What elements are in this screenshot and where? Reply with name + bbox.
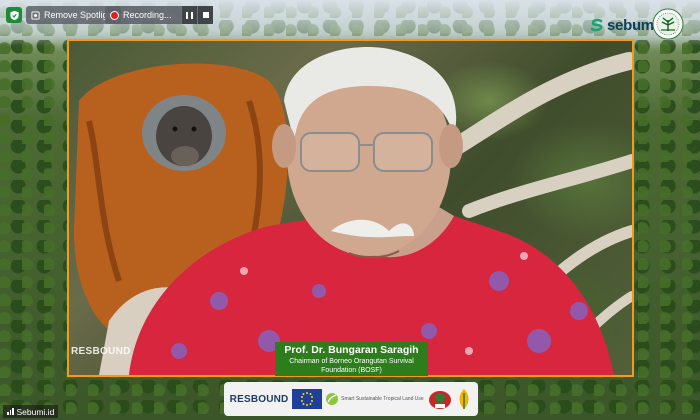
sebumi-wordmark: sebumi <box>607 16 658 34</box>
speaker-name-caption: Prof. Dr. Bungaran Saragih Chairman of B… <box>275 342 428 376</box>
smart-leaf-icon <box>326 393 339 405</box>
stop-icon <box>202 12 209 18</box>
signal-bars-icon <box>7 408 14 415</box>
stop-recording-button[interactable] <box>197 6 213 24</box>
smart-logo: Smart Sustainable Tropical Land Use <box>325 392 424 406</box>
smart-text: Smart Sustainable Tropical Land Use <box>341 396 424 402</box>
eu-flag-icon <box>291 389 322 409</box>
pause-icon <box>186 11 193 19</box>
participant-label: Sebumi.id <box>3 405 59 418</box>
recording-label: Recording... <box>123 10 172 20</box>
sponsor-logo-strip: RESBOUND Smart Sustainable Tropical Land… <box>224 382 478 416</box>
resbound-logo: RESBOUND <box>229 393 289 405</box>
globe-emblem-icon <box>652 8 684 40</box>
resbound-watermark: RESBOUND <box>71 346 131 357</box>
sebumi-logo: sebumi <box>590 14 658 36</box>
recording-dot-icon <box>110 10 119 20</box>
bos-logo-icon <box>428 391 451 409</box>
speaker-name: Prof. Dr. Bungaran Saragih <box>284 344 419 356</box>
leaf-logo-icon <box>459 389 469 409</box>
speaker-title: Chairman of Borneo Orangutan Survival Fo… <box>289 358 414 374</box>
sebumi-mark-icon <box>590 18 603 32</box>
spotlight-icon <box>31 10 40 20</box>
participant-name: Sebumi.id <box>16 406 55 417</box>
security-shield-icon[interactable] <box>6 7 22 23</box>
recording-bar: Recording... <box>105 6 213 24</box>
pause-recording-button[interactable] <box>181 6 197 24</box>
speaker-video-tile[interactable]: RESBOUND <box>67 39 634 377</box>
speaker-scene <box>74 46 632 375</box>
